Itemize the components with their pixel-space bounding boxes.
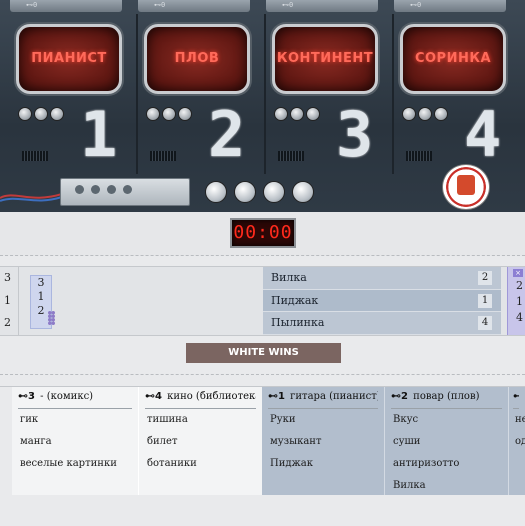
clue-column-extra: ⊷ не од: [508, 387, 525, 495]
code-picker[interactable]: 3 1 2: [30, 275, 55, 329]
list-item: гик: [20, 414, 39, 425]
code-digit: 4: [516, 311, 523, 324]
opponent-code-card: × 2 1 4: [507, 267, 525, 335]
guess-row: 3 1 2 3 1 2 Вилка 2 Пиджак 1 Пылинка 4 ×…: [0, 266, 525, 336]
clue-word: Пылинка: [271, 316, 325, 330]
list-item: музыкант: [270, 436, 322, 447]
list-item[interactable]: Пиджак 1: [263, 289, 501, 313]
list-item: манга: [20, 436, 52, 447]
drag-handle-icon[interactable]: [48, 311, 55, 325]
list-item: не: [515, 414, 525, 425]
list-item: антиризотто: [393, 458, 460, 469]
dial-icon: [205, 181, 227, 203]
clue-board: ⊷3 - (комикс) гик манга веселые картинки…: [0, 386, 525, 495]
list-item: Пиджак: [270, 458, 313, 469]
toggle-knobs: [402, 106, 450, 125]
clue-number: 2: [478, 271, 492, 285]
station-3: КОНТИНЕНТ 3: [266, 14, 394, 174]
station-1: ПИАНИСТ 1: [10, 14, 138, 174]
station-number: 2: [208, 98, 246, 171]
countdown-timer: 00:00: [230, 218, 296, 248]
keyword-text: ПИАНИСТ: [31, 51, 107, 66]
list-item: суши: [393, 436, 421, 447]
rail-label: ⊷0: [266, 0, 378, 12]
clue-column-4: ⊷4 кино (библиотека) тишина билет ботани…: [138, 387, 262, 495]
timer-strip: 00:00: [0, 212, 525, 256]
clue-column-2: ⊷2 повар (плов) Вкус суши антиризотто Ви…: [384, 387, 508, 495]
code-digit: 3: [4, 271, 11, 284]
clue-column-3: ⊷3 - (комикс) гик манга веселые картинки: [12, 387, 138, 495]
list-item: тишина: [147, 414, 188, 425]
code-digit: 1: [516, 295, 523, 308]
cable-icon: [0, 193, 62, 202]
code-digit: 1: [4, 293, 11, 307]
station-number: 1: [80, 98, 118, 171]
mascot-logo-icon: [442, 164, 490, 210]
code-digit: 2: [4, 316, 11, 330]
speaker-vent: [278, 151, 304, 161]
speaker-vent: [22, 151, 48, 161]
list-item: ботаники: [147, 458, 197, 469]
clue-number: 4: [478, 316, 492, 331]
code-digit: 1: [37, 290, 45, 303]
column-header: ⊷1 гитара (пианист): [268, 391, 378, 409]
list-item[interactable]: Вилка 2: [263, 267, 501, 290]
code-machine-panel: ⊷0 ⊷0 ⊷0 ⊷0 ПИАНИСТ 1 ПЛОВ 2 КОНТИНЕНТ 3…: [0, 0, 525, 212]
list-item: веселые картинки: [20, 458, 117, 469]
toggle-knobs: [146, 106, 194, 125]
key-icon: ⊷1: [268, 391, 285, 402]
column-header: ⊷4 кино (библиотека): [145, 391, 256, 409]
keyword-screen: ПИАНИСТ: [16, 24, 122, 94]
list-item[interactable]: Пылинка 4: [263, 312, 501, 335]
keyword-screen: СОРИНКА: [400, 24, 506, 94]
clue-word: Вилка: [271, 271, 307, 284]
previous-code: 3 1 2: [0, 267, 19, 335]
station-number: 4: [464, 98, 502, 171]
keyword-screen: КОНТИНЕНТ: [272, 24, 378, 94]
list-item: билет: [147, 436, 178, 447]
column-header: ⊷: [513, 391, 519, 409]
clue-number: 1: [478, 293, 492, 308]
clue-word-list: Вилка 2 Пиджак 1 Пылинка 4: [263, 267, 501, 335]
control-console: [60, 178, 190, 206]
keyword-text: СОРИНКА: [414, 51, 492, 66]
list-item: Вкус: [393, 414, 419, 425]
key-icon: ⊷2: [391, 391, 408, 402]
column-header: ⊷3 - (комикс): [18, 391, 132, 409]
code-digit: 2: [516, 279, 523, 292]
station-2: ПЛОВ 2: [138, 14, 266, 174]
column-header: ⊷2 повар (плов): [391, 391, 502, 409]
code-digit: 3: [37, 276, 45, 289]
divider: [0, 374, 525, 375]
dial-icon: [292, 181, 314, 203]
keyword-text: ПЛОВ: [174, 51, 220, 66]
list-item: од: [515, 436, 525, 447]
speaker-vent: [406, 151, 432, 161]
speaker-vent: [150, 151, 176, 161]
key-icon: ⊷: [513, 391, 519, 402]
clue-column-1: ⊷1 гитара (пианист) Руки музыкант Пиджак: [262, 387, 384, 495]
rail-label: ⊷0: [10, 0, 122, 12]
close-icon[interactable]: ×: [513, 269, 523, 277]
keyword-screen: ПЛОВ: [144, 24, 250, 94]
dial-icon: [234, 181, 256, 203]
keyword-text: КОНТИНЕНТ: [276, 51, 374, 66]
rail-label: ⊷0: [138, 0, 250, 12]
station-number: 3: [336, 98, 374, 171]
clue-word: Пиджак: [271, 293, 319, 307]
dial-icon: [263, 181, 285, 203]
list-item: Руки: [270, 414, 296, 425]
rail-label: ⊷0: [394, 0, 506, 12]
toggle-knobs: [18, 106, 66, 125]
station-4: СОРИНКА 4: [394, 14, 520, 171]
toggle-knobs: [274, 106, 322, 125]
key-icon: ⊷3: [18, 391, 35, 402]
result-banner: WHITE WINS: [186, 343, 341, 363]
dial-knobs: [205, 181, 321, 207]
key-icon: ⊷4: [145, 391, 162, 402]
list-item: Вилка: [393, 480, 426, 491]
